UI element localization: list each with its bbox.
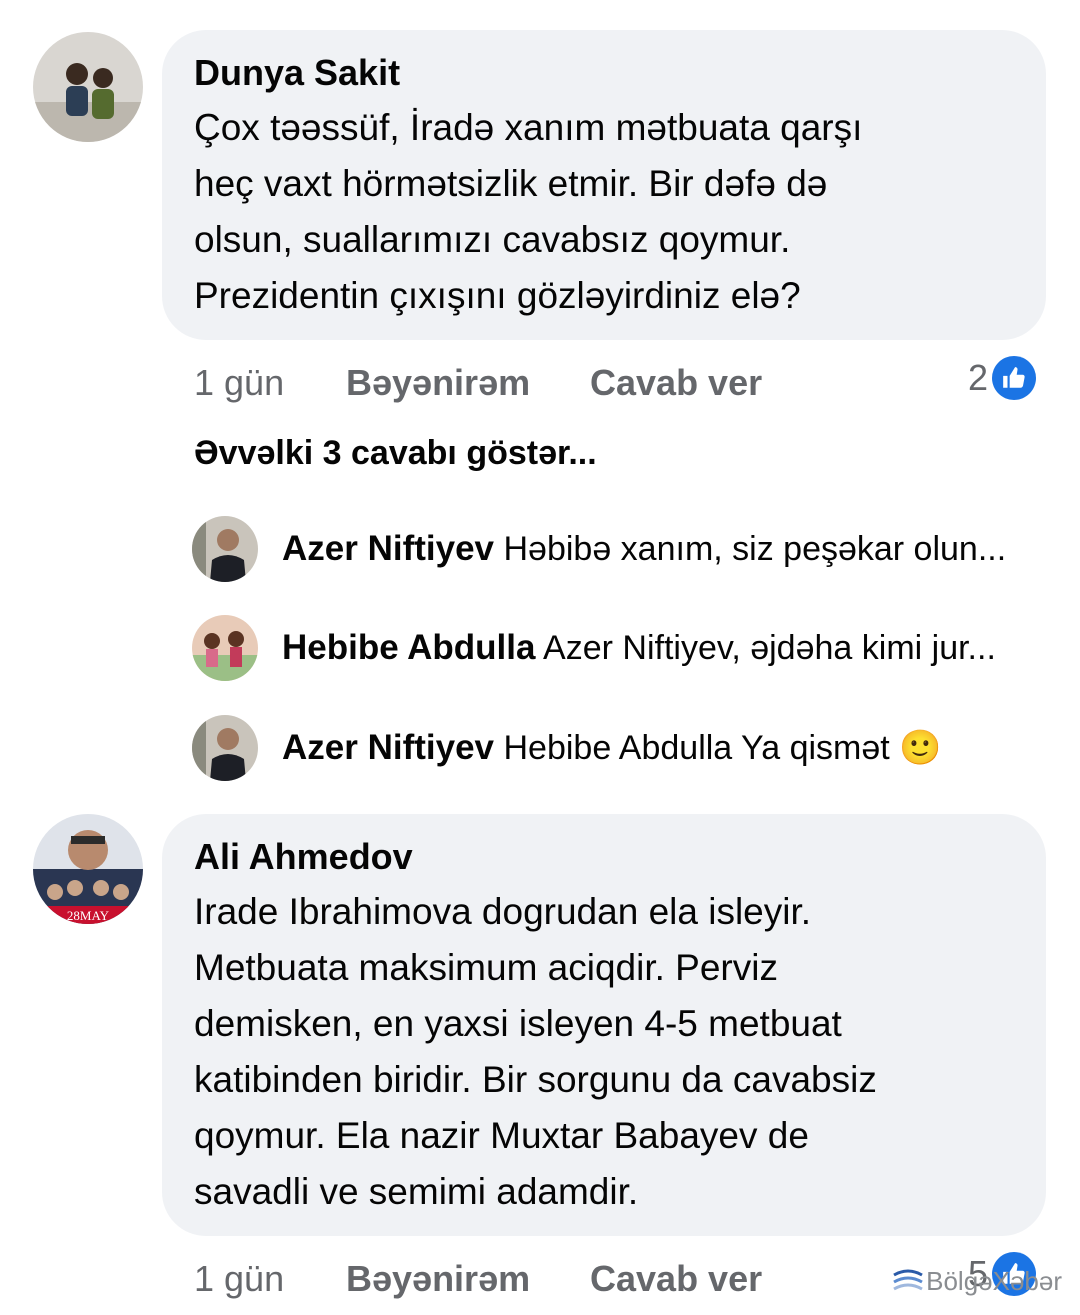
avatar-azer-niftiyev[interactable] bbox=[192, 715, 258, 781]
comment-text: Irade Ibrahimova dogrudan ela isleyir. M… bbox=[194, 891, 877, 1212]
reply-item: Azer Niftiyev Həbibə xanım, siz peşəkar … bbox=[192, 514, 1052, 584]
comment-actions: 1 gün Bəyənirəm Cavab ver bbox=[194, 362, 1054, 406]
avatar-azer-niftiyev[interactable] bbox=[192, 516, 258, 582]
reply-button[interactable]: Cavab ver bbox=[590, 1258, 762, 1300]
reaction-count: 2 bbox=[968, 357, 989, 398]
reply-author[interactable]: Azer Niftiyev bbox=[282, 529, 494, 568]
comment-author[interactable]: Dunya Sakit bbox=[194, 52, 1014, 94]
reply-item: Azer Niftiyev Hebibe Abdulla Ya qismət 🙂 bbox=[192, 713, 1052, 783]
thumbs-up-icon bbox=[992, 356, 1037, 400]
reply-author[interactable]: Hebibe Abdulla bbox=[282, 628, 535, 667]
show-previous-replies-link[interactable]: Əvvəlki 3 cavabı göstər... bbox=[194, 434, 597, 473]
reply-snippet[interactable]: Hebibe Abdulla Ya qismət 🙂 bbox=[503, 729, 941, 767]
reply-snippet[interactable]: Həbibə xanım, siz peşəkar olun... bbox=[503, 530, 1006, 568]
comment-time[interactable]: 1 gün bbox=[194, 1258, 284, 1300]
watermark-logo-icon bbox=[893, 1269, 923, 1290]
comment-time[interactable]: 1 gün bbox=[194, 362, 284, 404]
watermark-text: BölgəXəbər bbox=[926, 1266, 1062, 1296]
like-button[interactable]: Bəyənirəm bbox=[346, 362, 530, 404]
avatar-hebibe-abdulla[interactable] bbox=[192, 615, 258, 681]
watermark: BölgəXəbər bbox=[890, 1266, 1062, 1297]
avatar-dunya-sakit[interactable] bbox=[33, 32, 143, 142]
reply-author[interactable]: Azer Niftiyev bbox=[282, 728, 494, 767]
comment-bubble: Dunya Sakit Çox təəssüf, İradə xanım mət… bbox=[162, 30, 1046, 340]
reply-snippet[interactable]: Azer Niftiyev, əjdəha kimi jur... bbox=[543, 629, 996, 667]
reply-button[interactable]: Cavab ver bbox=[590, 362, 762, 404]
like-button[interactable]: Bəyənirəm bbox=[346, 1258, 530, 1300]
comment-author[interactable]: Ali Ahmedov bbox=[194, 836, 1014, 878]
avatar-caption: 28MAY bbox=[67, 908, 110, 923]
avatar-ali-ahmedov[interactable]: 28MAY bbox=[33, 814, 143, 924]
comment-bubble: Ali Ahmedov Irade Ibrahimova dogrudan el… bbox=[162, 814, 1046, 1236]
reaction-summary[interactable]: 2 bbox=[968, 356, 1037, 400]
comment-text: Çox təəssüf, İradə xanım mətbuata qarşı … bbox=[194, 107, 863, 316]
reply-item: Hebibe Abdulla Azer Niftiyev, əjdəha kim… bbox=[192, 613, 1052, 683]
